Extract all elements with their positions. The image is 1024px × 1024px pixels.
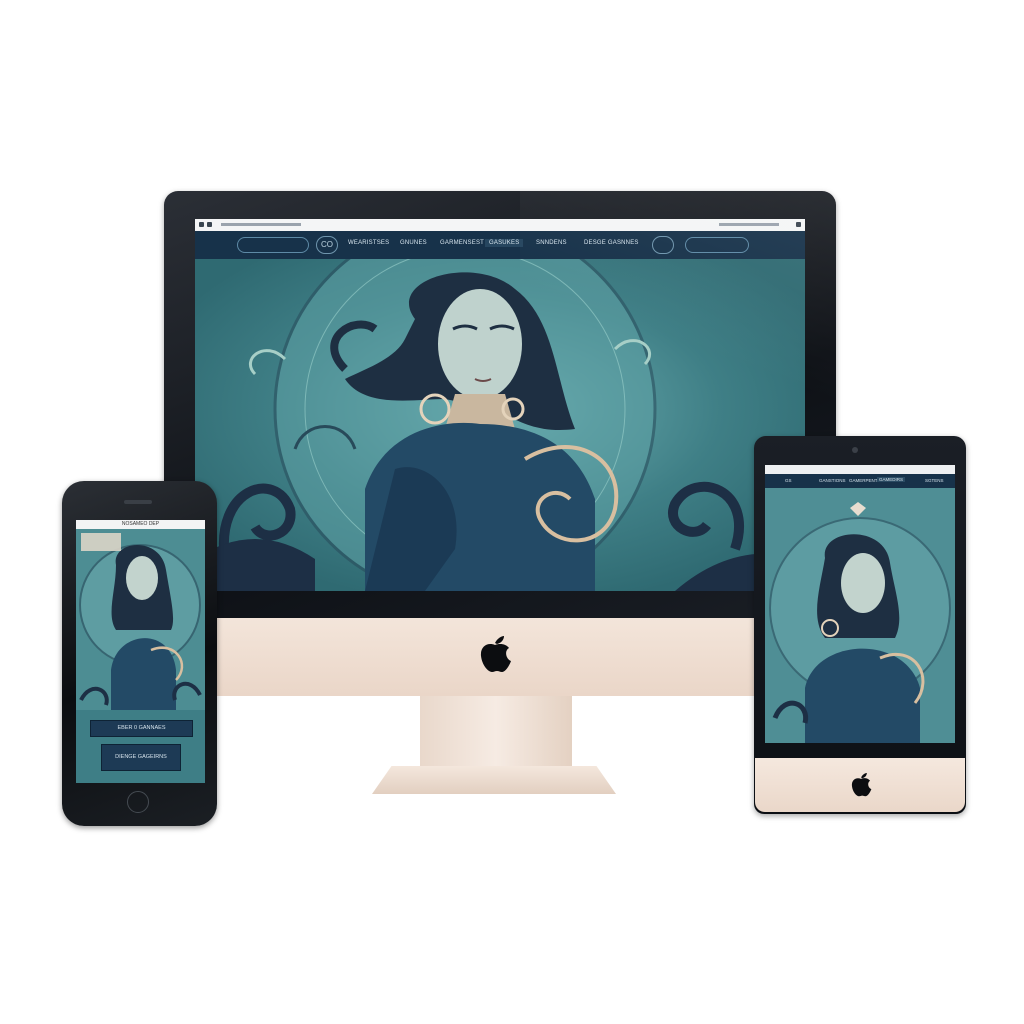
tablet-illustration (765, 488, 955, 743)
camera-icon (852, 447, 858, 453)
phone-status-bar: NOSAMEO DEP (76, 520, 205, 529)
apple-logo-icon (851, 773, 872, 797)
browser-menu-icon[interactable] (199, 222, 204, 227)
tablet-nav: GS GANSTIONS GAMERPENTS GAMEDIRS SGTENS (765, 474, 955, 488)
home-button-icon[interactable] (127, 791, 149, 813)
phone-secondary-button[interactable]: DIENGE GAGEIRNS (101, 744, 181, 771)
imac-screen: CO WEARISTSES GNUNES GARMENSEST GASUKES … (195, 219, 805, 591)
tablet-nav-item-3[interactable]: GAMERPENTS (849, 478, 881, 483)
nav-item-5[interactable]: SNNDENS (536, 240, 567, 246)
phone-status-title: NOSAMEO DEP (121, 521, 160, 527)
nav-login-input[interactable] (685, 237, 749, 253)
imac-stand-foot (372, 766, 616, 794)
logo-icon[interactable]: CO (316, 236, 338, 254)
imac-stand-neck (420, 696, 572, 768)
tablet-nav-item-4[interactable]: GAMEDIRS (877, 477, 906, 482)
spiral-icon[interactable] (652, 236, 674, 254)
nav-item-6[interactable]: DESGE GASNNES (584, 240, 639, 246)
phone-thumbnail[interactable] (81, 533, 121, 551)
address-bar[interactable] (221, 223, 301, 226)
browser-tab-icon[interactable] (207, 222, 212, 227)
tablet-nav-item-5[interactable]: SGTENS (925, 478, 944, 483)
hero-illustration (195, 259, 805, 591)
site-nav: CO WEARISTSES GNUNES GARMENSEST GASUKES … (195, 231, 805, 259)
close-icon[interactable] (796, 222, 801, 227)
browser-toolbar (719, 223, 779, 226)
tablet-nav-item-2[interactable]: GANSTIONS (819, 478, 846, 483)
phone-primary-button[interactable]: EBER 0 GANNAES (90, 720, 193, 737)
apple-logo-icon (480, 636, 511, 672)
phone-screen: NOSAMEO DEP EBER 0 GANNAES DIENGE GAGEIR… (76, 520, 205, 783)
nav-item-4[interactable]: GASUKES (485, 239, 524, 247)
nav-search-input[interactable] (237, 237, 309, 253)
tablet-screen: GS GANSTIONS GAMERPENTS GAMEDIRS SGTENS (765, 465, 955, 743)
tablet-top-bar (765, 465, 955, 474)
tablet-nav-item-1[interactable]: GS (785, 478, 792, 483)
nav-item-2[interactable]: GNUNES (400, 240, 427, 246)
speaker-icon (124, 500, 152, 504)
nav-item-1[interactable]: WEARISTSES (348, 240, 389, 246)
nav-item-3[interactable]: GARMENSEST (440, 240, 484, 246)
